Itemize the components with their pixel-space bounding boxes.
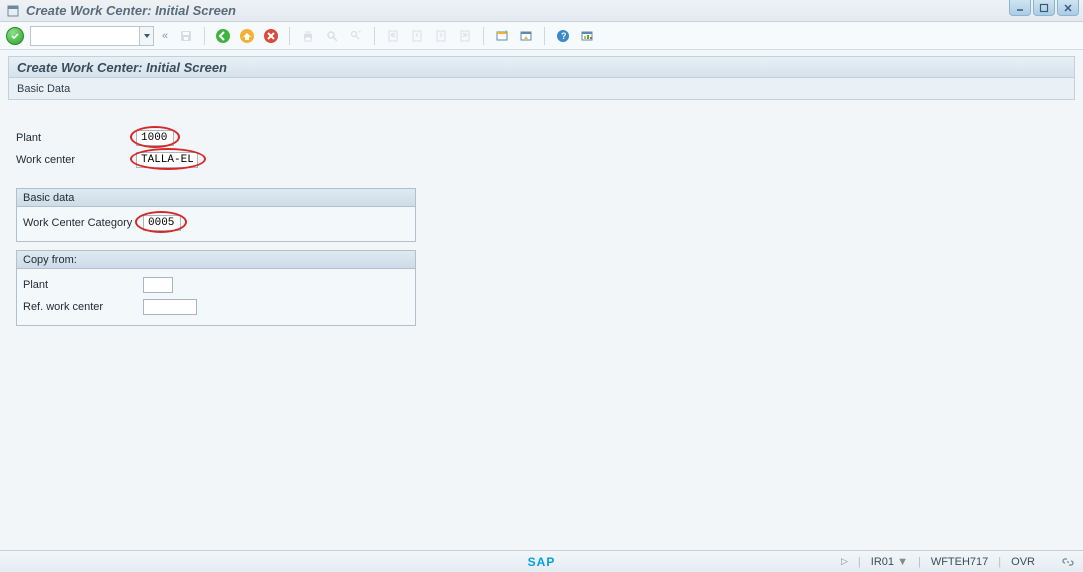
tab-strip: Basic Data (8, 78, 1075, 100)
cancel-icon[interactable] (261, 26, 281, 46)
next-page-icon (431, 26, 451, 46)
new-session-icon[interactable]: + (492, 26, 512, 46)
prev-page-icon (407, 26, 427, 46)
command-field[interactable] (30, 26, 140, 46)
save-icon (176, 26, 196, 46)
find-next-icon: + (346, 26, 366, 46)
customize-layout-icon[interactable] (577, 26, 597, 46)
toolbar-chevrons[interactable]: « (162, 30, 168, 42)
group-header-basic-data: Basic data (17, 189, 415, 207)
row-plant: Plant (16, 128, 1067, 148)
find-icon (322, 26, 342, 46)
sap-logo: SAP (528, 555, 556, 569)
status-bar: SAP ▷ | IR01 ▼ | WFTEH717 | OVR (0, 550, 1083, 572)
toolbar-separator (483, 27, 484, 45)
first-page-icon (383, 26, 403, 46)
exit-icon[interactable] (237, 26, 257, 46)
input-copy-plant[interactable] (143, 277, 173, 293)
toolbar-separator (204, 27, 205, 45)
last-page-icon (455, 26, 475, 46)
status-system: WFTEH717 (931, 556, 988, 568)
label-copy-ref-wc: Ref. work center (23, 301, 143, 313)
status-mode: OVR (1011, 556, 1035, 568)
help-icon[interactable]: ? (553, 26, 573, 46)
window-title: Create Work Center: Initial Screen (26, 3, 236, 18)
toolbar-separator (289, 27, 290, 45)
input-copy-ref-wc[interactable] (143, 299, 197, 315)
application-toolbar: « + + ? (0, 22, 1083, 50)
screen-container: Create Work Center: Initial Screen Basic… (8, 56, 1075, 326)
label-copy-plant: Plant (23, 279, 143, 291)
input-category[interactable] (143, 215, 181, 231)
tab-basic-data[interactable]: Basic Data (17, 83, 70, 95)
enter-button[interactable] (6, 27, 24, 45)
window-titlebar: Create Work Center: Initial Screen (0, 0, 1083, 22)
close-button[interactable] (1057, 0, 1079, 16)
label-category: Work Center Category (23, 217, 143, 229)
row-copy-ref-wc: Ref. work center (23, 297, 409, 317)
toolbar-separator (544, 27, 545, 45)
toolbar-separator (374, 27, 375, 45)
row-category: Work Center Category (23, 213, 409, 233)
command-dropdown[interactable] (140, 26, 154, 46)
input-work-center[interactable] (136, 152, 198, 168)
screen-header: Create Work Center: Initial Screen (8, 56, 1075, 78)
svg-text:+: + (358, 30, 362, 36)
status-expand-icon[interactable]: ▷ (841, 556, 848, 567)
system-menu-icon[interactable] (6, 4, 20, 18)
minimize-button[interactable] (1009, 0, 1031, 16)
back-icon[interactable] (213, 26, 233, 46)
label-plant: Plant (16, 132, 136, 144)
content-area: Plant Work center Basic data Work Center… (8, 100, 1075, 326)
status-link-icon[interactable] (1061, 555, 1075, 569)
shortcut-icon[interactable] (516, 26, 536, 46)
screen-title: Create Work Center: Initial Screen (17, 60, 227, 75)
maximize-button[interactable] (1033, 0, 1055, 16)
status-tcode[interactable]: IR01 ▼ (871, 556, 908, 568)
row-copy-plant: Plant (23, 275, 409, 295)
row-work-center: Work center (16, 150, 1067, 170)
svg-text:+: + (504, 29, 508, 36)
group-copy-from: Copy from: Plant Ref. work center (16, 250, 416, 326)
svg-text:?: ? (561, 31, 567, 41)
group-basic-data: Basic data Work Center Category (16, 188, 416, 242)
label-work-center: Work center (16, 154, 136, 166)
group-header-copy-from: Copy from: (17, 251, 415, 269)
print-icon (298, 26, 318, 46)
status-right: ▷ | IR01 ▼ | WFTEH717 | OVR (841, 555, 1075, 569)
input-plant[interactable] (136, 130, 174, 146)
window-controls (1009, 0, 1079, 16)
